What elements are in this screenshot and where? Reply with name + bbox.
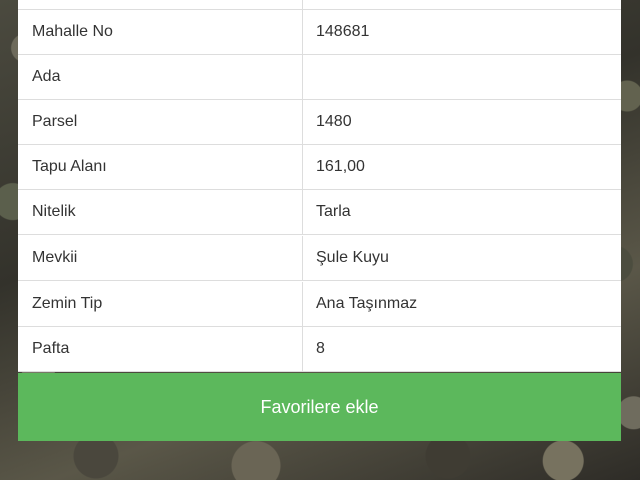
table-row-mahalle-no: Mahalle No 148681 [18,10,621,55]
table-row-nitelik: Nitelik Tarla [18,190,621,235]
row-label: Pafta [18,327,303,371]
row-value: 148681 [316,23,370,40]
row-value [303,55,621,99]
table-row-pafta: Pafta 8 [18,327,621,372]
row-label: Zemin Tip [18,282,303,326]
row-value: 161,00 [316,158,365,175]
row-label: Ada [18,55,303,99]
table-row-tapu-alani: Tapu Alanı 161,00 [18,145,621,190]
table-row-ada: Ada [18,55,621,100]
row-value: Şule Kuyu [316,249,389,266]
row-value: Tarla [316,203,351,220]
table-row [18,0,621,10]
row-label: Nitelik [18,190,303,234]
row-value [303,0,621,9]
table-row-zemin-tip: Zemin Tip Ana Taşınmaz [18,282,621,327]
row-value: Ana Taşınmaz [316,295,418,312]
parcel-info-panel: Mahalle No 148681 Ada Parsel 1480 Tapu A… [18,0,621,372]
row-label: Parsel [18,100,303,144]
table-row-parsel: Parsel 1480 [18,100,621,145]
table-row-mevkii: Mevkii Şule Kuyu [18,236,621,281]
row-value: 1480 [316,113,352,130]
row-label: Tapu Alanı [18,145,303,189]
row-label: Mahalle No [18,10,303,54]
add-to-favorites-button[interactable]: Favorilere ekle [18,373,621,441]
row-label [18,0,303,9]
row-label: Mevkii [18,236,303,280]
row-value: 8 [316,340,325,357]
